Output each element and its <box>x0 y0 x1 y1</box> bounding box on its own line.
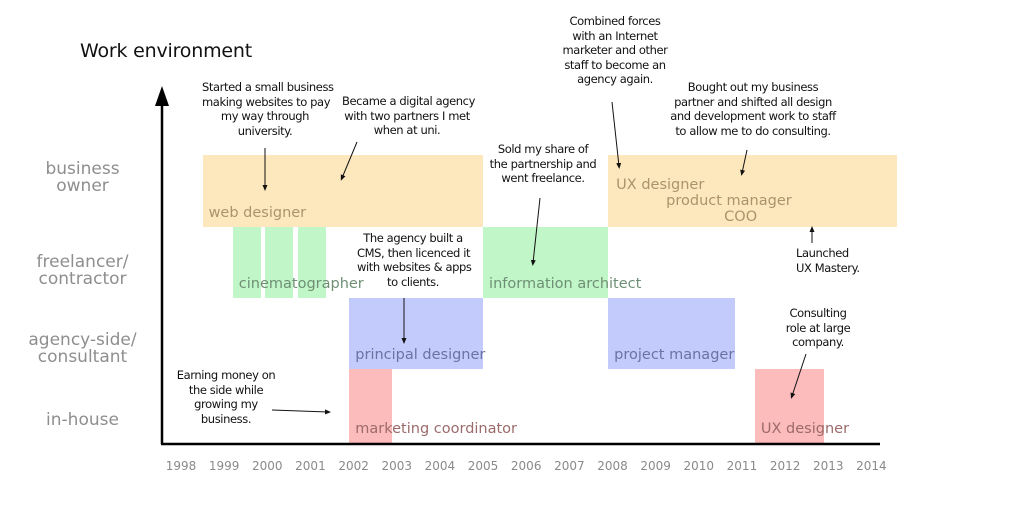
row-label-line: owner <box>56 176 109 196</box>
annotation-line: partner and shifted all design <box>674 94 832 109</box>
year-tick-label: 1998 <box>165 459 197 473</box>
year-tick-label: 2002 <box>338 459 369 473</box>
annotation-line: my way through <box>220 109 310 123</box>
annotation-line: Combined forces <box>569 14 661 28</box>
work-environment-diagram: Work environment business owner freelanc… <box>0 0 1024 526</box>
annotation-earning-money: Earning money on the side while growing … <box>176 368 276 426</box>
annotation-line: when at uni. <box>373 123 441 137</box>
segment-label: UX designer <box>760 421 850 437</box>
segment-label: marketing coordinator <box>355 421 518 437</box>
annotation-combined-forces: Combined forces with an Internet markete… <box>560 14 670 87</box>
annotation-line: went freelance. <box>501 171 585 185</box>
year-tick-label: 2010 <box>683 459 715 473</box>
segment-label: product manager <box>666 193 792 209</box>
annotation-line: with an Internet <box>572 28 658 43</box>
year-tick-label: 2004 <box>424 459 456 473</box>
annotation-sold-share: Sold my share of the partnership and wen… <box>488 142 598 186</box>
year-tick-label: 2006 <box>510 459 542 473</box>
annotation-line: to allow me to do consulting. <box>675 123 831 138</box>
annotation-line: UX Mastery. <box>796 260 860 275</box>
annotation-line: business. <box>200 411 252 426</box>
annotation-line: CMS, then licenced it <box>357 245 471 260</box>
annotation-line: agency again. <box>577 72 653 86</box>
annotation-line: the side while <box>188 382 264 397</box>
annotation-line: to clients. <box>386 274 440 289</box>
year-tick-label: 2003 <box>381 459 413 473</box>
annotation-line: marketer and other <box>562 43 668 57</box>
year-tick-label: 2013 <box>812 459 844 473</box>
annotation-line: the partnership and <box>489 156 597 171</box>
year-tick-label: 1999 <box>208 459 240 473</box>
annotation-line: university. <box>237 123 293 138</box>
segment-label: cinematographer <box>238 276 364 292</box>
segment-label: UX designer <box>616 177 705 193</box>
y-axis-arrowhead-icon <box>155 86 169 106</box>
annotation-line: Bought out my business <box>687 80 819 94</box>
row-label-in-house: in-house <box>0 412 165 429</box>
year-tick-label: 2007 <box>554 459 585 473</box>
year-tick-label: 2009 <box>640 459 671 473</box>
annotation-started-business: Started a small business making websites… <box>202 80 334 138</box>
row-label-line: consultant <box>37 347 128 367</box>
annotation-digital-agency: Became a digital agency with two partner… <box>342 94 476 138</box>
annotation-line: The agency built a <box>363 231 463 245</box>
year-tick-label: 2014 <box>856 459 887 473</box>
annotation-line: Launched <box>796 246 849 260</box>
segment-label: information architect <box>489 276 642 292</box>
annotation-line: company. <box>792 335 844 349</box>
row-label-line: contractor <box>38 269 127 289</box>
annotation-line: Became a digital agency <box>342 94 476 108</box>
row-label-business-owner: business owner <box>0 161 165 195</box>
annotation-line: Sold my share of <box>497 142 589 156</box>
annotation-line: Consulting <box>789 306 847 320</box>
segment-label: project manager <box>614 347 735 363</box>
annotation-consulting-role: Consulting role at large company. <box>778 306 858 350</box>
annotation-line: with websites & apps <box>357 260 472 274</box>
annotation-line: Started a small business <box>202 80 334 94</box>
annotation-line: with two partners I met <box>344 108 470 123</box>
annotation-line: making websites to pay <box>202 94 331 109</box>
annotation-line: growing my <box>194 397 258 411</box>
segment-label: COO <box>724 209 758 225</box>
annotation-line: role at large <box>785 320 851 335</box>
annotation-launched-ux-mastery: Launched UX Mastery. <box>796 246 866 275</box>
annotation-bought-out: Bought out my business partner and shift… <box>668 80 838 138</box>
year-tick-label: 2005 <box>467 459 499 473</box>
annotation-line: staff to become an <box>564 57 666 72</box>
year-tick-label: 2011 <box>726 459 758 473</box>
annotation-line: Earning money on <box>176 368 276 382</box>
row-label-freelancer: freelancer/ contractor <box>0 254 165 288</box>
arrow-earning-money <box>271 409 331 415</box>
segment-label: principal designer <box>355 347 486 363</box>
year-tick-label: 2012 <box>769 459 801 473</box>
row-label-line: in-house <box>46 410 119 430</box>
year-tick-label: 2008 <box>597 459 628 473</box>
annotation-cms: The agency built a CMS, then licenced it… <box>357 231 472 289</box>
year-tick-label: 2001 <box>295 459 326 473</box>
diagram-title: Work environment <box>80 40 252 62</box>
annotation-line: and development work to staff <box>670 109 836 123</box>
segment-label: web designer <box>208 205 307 221</box>
row-label-agency: agency-side/ consultant <box>0 332 165 366</box>
year-tick-label: 2000 <box>252 459 283 473</box>
